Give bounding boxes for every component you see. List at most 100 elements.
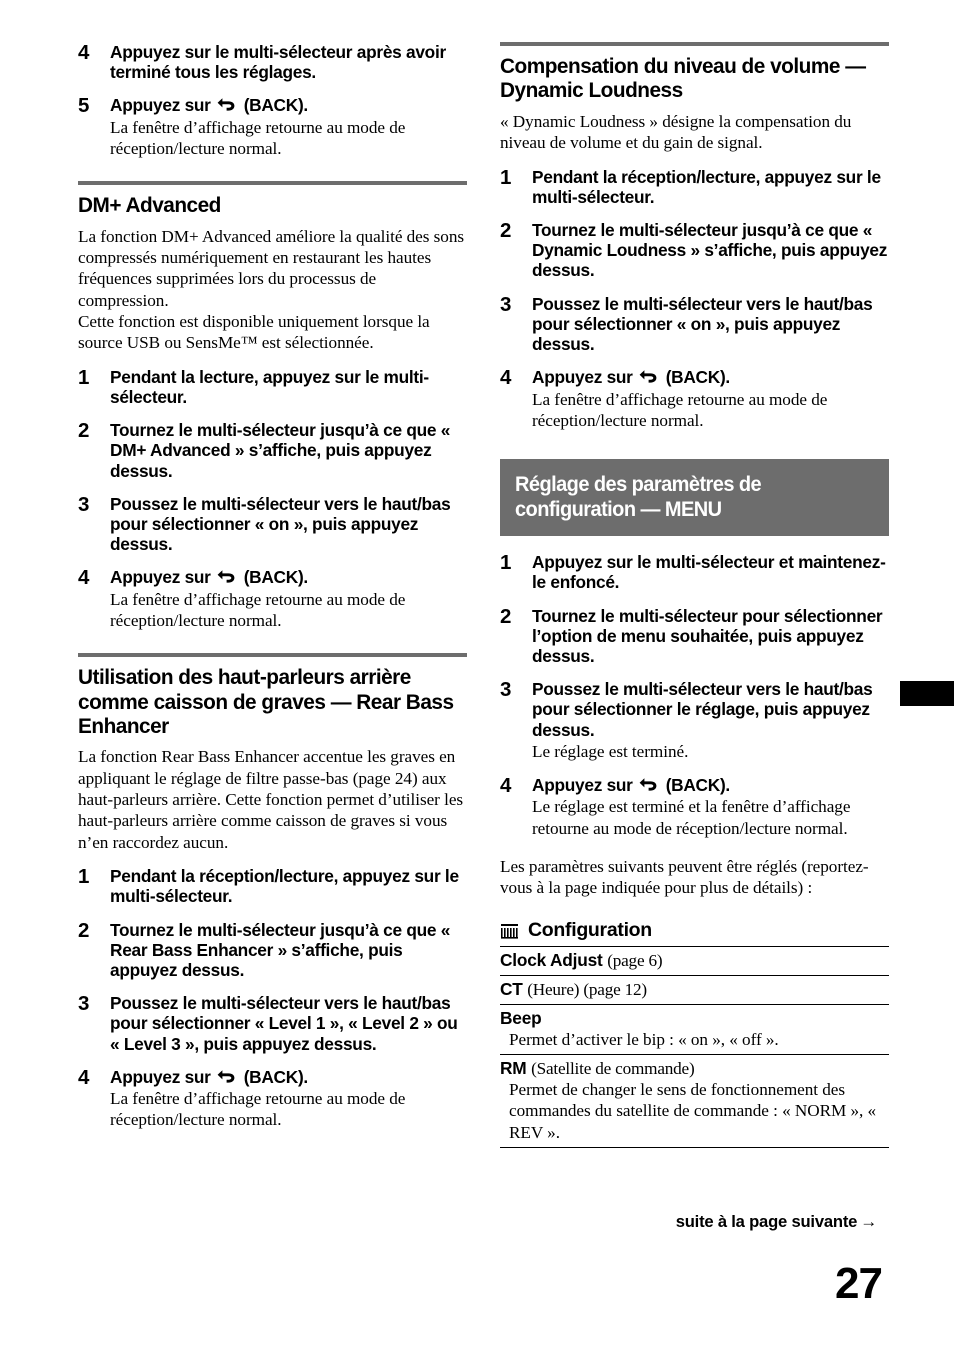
step-body: La fenêtre d’affichage retourne au mode …	[110, 1089, 406, 1130]
back-arrow-icon	[217, 1069, 236, 1084]
back-arrow-icon	[639, 777, 658, 792]
step-body: La fenêtre d’affichage retourne au mode …	[532, 389, 828, 430]
step-item: 1 Pendant la réception/lecture, appuyez …	[78, 865, 467, 907]
page-number: 27	[835, 1259, 883, 1308]
section-intro: La fonction Rear Bass Enhancer accentue …	[78, 747, 464, 852]
step-number: 4	[500, 366, 512, 390]
banner-line-1: Réglage des paramètres de	[515, 472, 762, 497]
step-heading-suffix: (BACK).	[243, 567, 309, 588]
back-arrow-icon	[639, 369, 658, 384]
step-body: Le réglage est terminé et la fenêtre d’a…	[532, 797, 851, 838]
step-heading: Poussez le multi-sélecteur vers le haut/…	[532, 679, 873, 740]
step-body: Le réglage est terminé.	[532, 741, 689, 761]
step-heading: Appuyez sur (BACK).	[532, 775, 889, 795]
step-item: 3 Poussez le multi-sélecteur vers le hau…	[500, 292, 889, 355]
back-arrow-icon	[217, 569, 236, 584]
table-row: Beep Permet d’activer le bip : « on », «…	[500, 1005, 889, 1055]
step-heading: Pendant la réception/lecture, appuyez su…	[532, 166, 881, 207]
step-heading: Poussez le multi-sélecteur vers le haut/…	[110, 493, 451, 555]
step-item: 1 Pendant la lecture, appuyez sur le mul…	[78, 365, 467, 407]
step-heading-prefix: Appuyez sur	[532, 367, 633, 388]
step-item: 1 Pendant la réception/lecture, appuyez …	[500, 166, 889, 207]
step-item: 2 Tournez le multi-sélecteur pour sélect…	[500, 604, 889, 667]
step-number: 1	[500, 551, 512, 575]
step-heading: Appuyez sur (BACK).	[110, 567, 467, 587]
step-item: 4 Appuyez sur (BACK). La fenêtre d’affic…	[500, 366, 889, 431]
section-divider	[78, 181, 467, 186]
section-intro: La fonction DM+ Advanced améliore la qua…	[78, 226, 465, 353]
step-number: 4	[78, 41, 90, 64]
table-row: RM (Satellite de commande) Permet de cha…	[500, 1055, 889, 1148]
step-item: 4 Appuyez sur (BACK). La fenêtre d’affic…	[78, 566, 467, 631]
menu-section-banner: Réglage des paramètres de configuration …	[500, 459, 889, 537]
section-title: Compensation du niveau de volume — Dynam…	[500, 55, 866, 103]
right-arrow-icon: →	[860, 1212, 877, 1231]
step-heading-suffix: (BACK).	[243, 95, 309, 116]
row-description: Permet de changer le sens de fonctionnem…	[509, 1079, 877, 1142]
row-name: RM	[500, 1057, 527, 1078]
step-heading-prefix: Appuyez sur	[532, 775, 633, 796]
row-title: Clock Adjust (page 6)	[500, 950, 889, 971]
step-number: 4	[78, 566, 90, 590]
section-intro: « Dynamic Loudness » désigne la compensa…	[500, 111, 852, 153]
left-column: 4 Appuyez sur le multi-sélecteur après a…	[78, 41, 467, 1131]
step-item: 1 Appuyez sur le multi-sélecteur et main…	[500, 551, 889, 593]
step-number: 3	[500, 678, 512, 702]
step-item: 2 Tournez le multi-sélecteur jusqu’à ce …	[78, 918, 467, 981]
step-number: 2	[78, 918, 90, 942]
step-body: La fenêtre d’affichage retourne au mode …	[110, 117, 406, 158]
section-title: DM+ Advanced	[78, 194, 221, 218]
step-heading-suffix: (BACK).	[665, 367, 731, 388]
continued-note: suite à la page suivante →	[675, 1212, 878, 1232]
step-heading-prefix: Appuyez sur	[110, 1066, 211, 1087]
step-heading: Pendant la lecture, appuyez sur le multi…	[110, 366, 429, 407]
step-heading: Appuyez sur (BACK).	[532, 367, 889, 387]
row-name: Beep	[500, 1007, 542, 1028]
step-number: 2	[500, 218, 512, 242]
step-item: 3 Poussez le multi-sélecteur vers le hau…	[78, 492, 467, 555]
step-heading: Tournez le multi-sélecteur jusqu’à ce qu…	[110, 919, 451, 980]
continued-note-text: suite à la page suivante	[675, 1212, 858, 1231]
step-heading: Appuyez sur (BACK).	[110, 95, 467, 115]
step-number: 3	[500, 292, 512, 316]
step-heading: Poussez le multi-sélecteur vers le haut/…	[110, 993, 458, 1054]
step-number: 5	[78, 94, 90, 118]
step-heading: Tournez le multi-sélecteur jusqu’à ce qu…	[110, 420, 451, 481]
row-title: CT (Heure) (page 12)	[500, 979, 889, 1000]
banner-line-2: configuration — MENU	[515, 496, 722, 521]
page-edge-tab-marker	[900, 681, 954, 706]
step-number: 1	[78, 865, 90, 889]
configuration-title: Configuration	[528, 918, 652, 941]
section-divider	[500, 42, 889, 46]
step-heading-suffix: (BACK).	[665, 775, 731, 796]
step-heading: Tournez le multi-sélecteur pour sélectio…	[532, 605, 883, 667]
step-heading: Tournez le multi-sélecteur jusqu’à ce qu…	[532, 219, 888, 281]
row-reference: (Heure) (page 12)	[527, 979, 647, 999]
step-heading: Appuyez sur (BACK).	[110, 1067, 467, 1087]
configuration-grid-icon	[501, 923, 518, 939]
step-item: 2 Tournez le multi-sélecteur jusqu’à ce …	[78, 419, 467, 481]
parameters-intro: Les paramètres suivants peuvent être rég…	[500, 856, 869, 898]
row-title: RM (Satellite de commande)	[500, 1058, 889, 1079]
row-title: Beep	[500, 1008, 889, 1029]
row-name: CT	[500, 978, 523, 999]
section-title: Utilisation des haut-parleurs arrière co…	[78, 666, 454, 738]
step-heading: Appuyez sur le multi-sélecteur après avo…	[110, 42, 446, 83]
section-divider	[78, 653, 467, 658]
configuration-table: Clock Adjust (page 6) CT (Heure) (page 1…	[500, 945, 889, 1148]
step-number: 1	[78, 365, 90, 389]
step-heading-prefix: Appuyez sur	[110, 567, 211, 588]
right-column: Compensation du niveau de volume — Dynam…	[500, 42, 889, 1148]
step-heading: Appuyez sur le multi-sélecteur et mainte…	[532, 552, 886, 593]
step-number: 4	[78, 1065, 90, 1089]
configuration-heading-row: Configuration	[500, 919, 889, 942]
step-number: 2	[78, 419, 90, 443]
step-number: 2	[500, 604, 512, 628]
step-item: 5 Appuyez sur (BACK). La fenêtre d’affic…	[78, 94, 467, 159]
step-number: 3	[78, 492, 90, 516]
row-reference: (Satellite de commande)	[531, 1058, 695, 1078]
step-item: 2 Tournez le multi-sélecteur jusqu’à ce …	[500, 218, 889, 281]
step-heading-suffix: (BACK).	[243, 1066, 309, 1087]
step-heading: Pendant la réception/lecture, appuyez su…	[110, 866, 459, 907]
step-heading-prefix: Appuyez sur	[110, 95, 211, 116]
